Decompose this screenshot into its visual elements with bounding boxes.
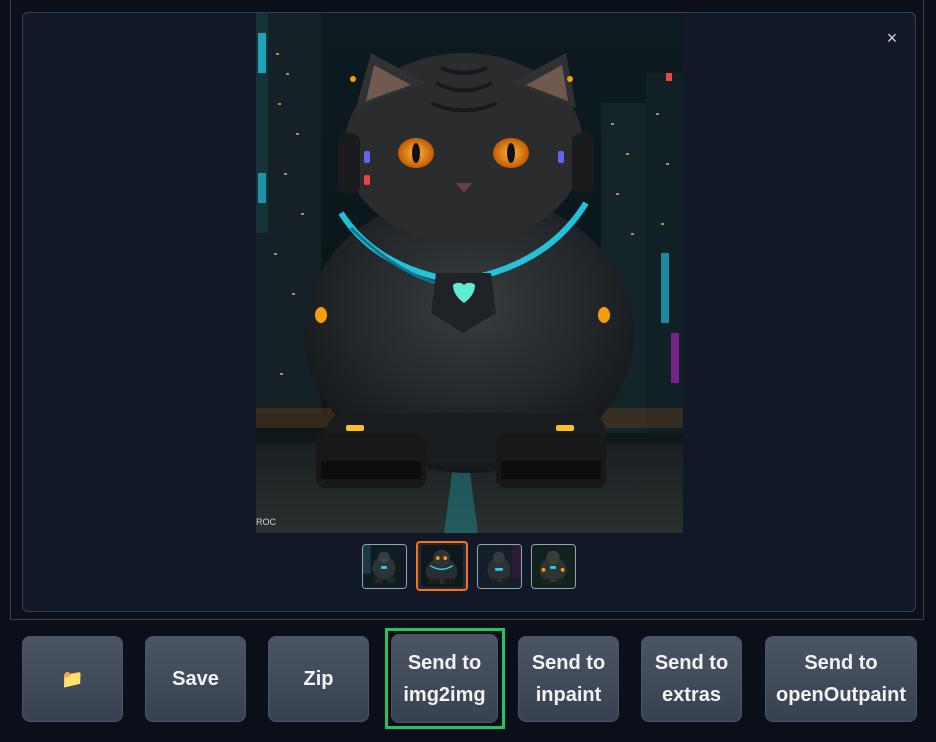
send-to-openoutpaint-button[interactable]: Send to openOutpaint (765, 636, 917, 722)
send-to-openoutpaint-label: Send to openOutpaint (776, 652, 906, 706)
cyber-cat-image: ROC (256, 13, 683, 533)
save-button[interactable]: Save (145, 636, 246, 722)
thumbnail-3-image (478, 545, 521, 588)
thumbnail-strip (362, 541, 576, 591)
open-folder-button[interactable]: 📁 (22, 636, 123, 722)
image-signature: ROC (256, 517, 277, 527)
close-icon[interactable]: × (880, 26, 904, 50)
save-button-label: Save (172, 668, 219, 690)
send-to-extras-button[interactable]: Send to extras (641, 636, 742, 722)
send-to-extras-label: Send to extras (654, 652, 729, 706)
thumbnail-2-image (421, 545, 463, 587)
app-root: × ROC 📁 Save Zip Send to img2img Send to… (0, 0, 936, 742)
zip-button[interactable]: Zip (268, 636, 369, 722)
thumbnail-1[interactable] (362, 544, 407, 589)
generated-image[interactable]: ROC (256, 13, 683, 533)
zip-button-label: Zip (303, 668, 334, 690)
thumbnail-3[interactable] (477, 544, 522, 589)
send-to-inpaint-button[interactable]: Send to inpaint (518, 636, 619, 722)
thumbnail-1-image (363, 545, 406, 588)
send-to-inpaint-label: Send to inpaint (531, 652, 606, 706)
thumbnail-2[interactable] (416, 541, 468, 591)
send-to-img2img-button[interactable]: Send to img2img (391, 634, 498, 723)
thumbnail-4-image (532, 545, 575, 588)
folder-icon: 📁 (61, 669, 84, 689)
thumbnail-4[interactable] (531, 544, 576, 589)
send-to-img2img-label: Send to img2img (403, 651, 486, 706)
